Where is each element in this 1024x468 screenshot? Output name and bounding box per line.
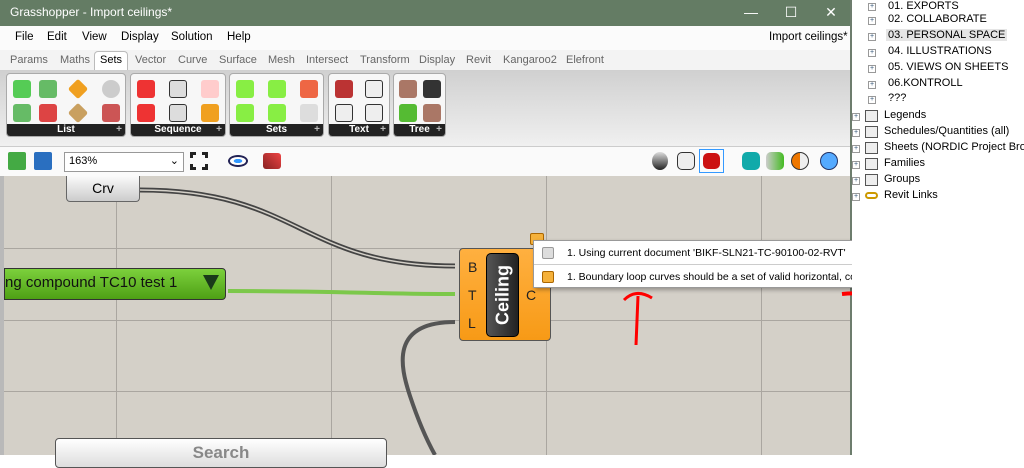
browser-subitem[interactable]: +04. ILLUSTRATIONS [868,45,992,57]
browser-subitem[interactable]: +06.KONTROLL [868,77,963,89]
schedule-icon [865,126,878,138]
group-icon [865,174,878,186]
browser-item-sheets[interactable]: + Sheets (NORDIC Project Brows [852,141,1024,154]
browser-item-schedules[interactable]: + Schedules/Quantities (all) [852,125,1009,138]
browser-subitem[interactable]: +01. EXPORTS [868,0,959,12]
legend-icon [865,110,878,122]
sheet-icon [865,142,878,154]
family-icon [865,158,878,170]
browser-item-groups[interactable]: + Groups [852,173,920,186]
browser-item-revit-links[interactable]: + Revit Links [852,189,938,201]
browser-item-families[interactable]: + Families [852,157,925,170]
link-icon [865,192,878,199]
project-browser: +01. EXPORTS +02. COLLABORATE +03. PERSO… [852,0,1024,455]
browser-item-legends[interactable]: + Legends [852,109,926,122]
red-arrow-annotation [622,292,653,346]
browser-subitem[interactable]: +05. VIEWS ON SHEETS [868,61,1008,73]
browser-subitem-selected[interactable]: +03. PERSONAL SPACE [868,29,1008,41]
browser-subitem[interactable]: +??? [868,92,906,104]
browser-subitem[interactable]: +02. COLLABORATE [868,13,987,25]
